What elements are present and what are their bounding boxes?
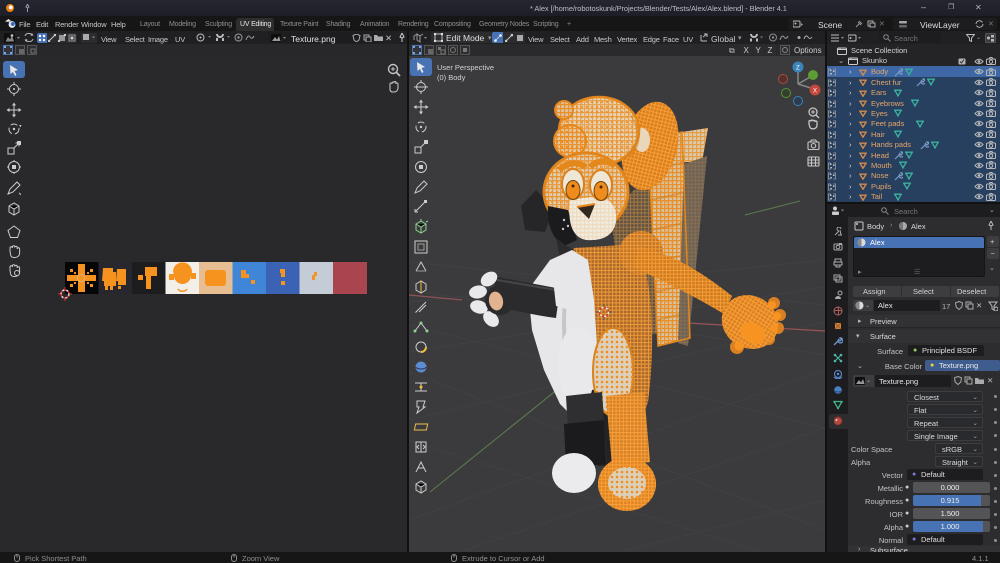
svg-text:(0) Body: (0) Body — [437, 73, 466, 82]
svg-text:X: X — [813, 89, 817, 95]
svg-text:Z: Z — [796, 66, 800, 72]
svg-text:User Perspective: User Perspective — [437, 63, 494, 72]
